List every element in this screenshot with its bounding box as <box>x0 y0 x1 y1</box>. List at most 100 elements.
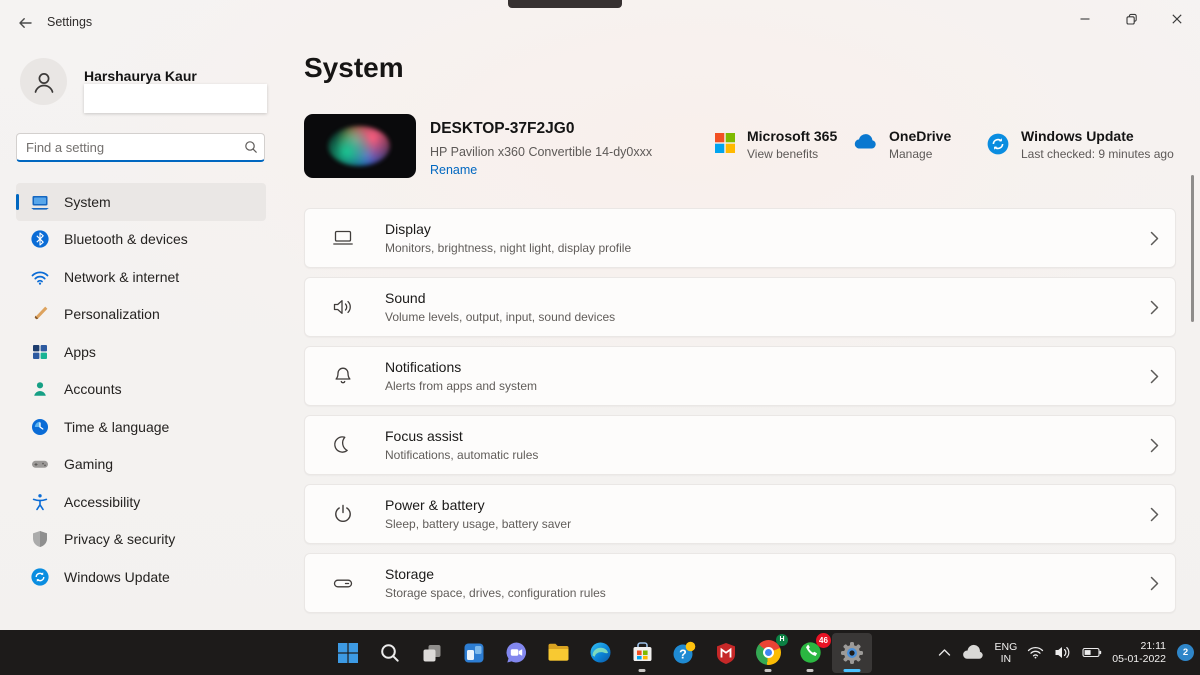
focus-assist-icon <box>331 433 355 457</box>
chevron-right-icon <box>1150 300 1159 315</box>
window-controls <box>1062 0 1200 38</box>
manage-link[interactable]: Manage <box>889 147 951 161</box>
card-title: Sound <box>385 290 426 306</box>
card-subtitle: Notifications, automatic rules <box>385 448 539 462</box>
tray-clock[interactable]: 21:11 05-01-2022 <box>1107 633 1171 673</box>
personalization-icon <box>30 304 50 324</box>
sidebar-item-label: Bluetooth & devices <box>64 231 188 248</box>
settings-card-power-battery[interactable]: Power & battery Sleep, battery usage, ba… <box>304 484 1176 544</box>
chevron-right-icon <box>1150 507 1159 522</box>
taskbar-search-button[interactable] <box>370 633 410 673</box>
settings-card-focus-assist[interactable]: Focus assist Notifications, automatic ru… <box>304 415 1176 475</box>
microsoft-365-icon <box>714 132 736 161</box>
sidebar-item-apps[interactable]: Apps <box>16 333 266 371</box>
card-title: Notifications <box>385 359 462 375</box>
svg-text:?: ? <box>679 647 687 661</box>
card-title: Focus assist <box>385 428 463 444</box>
chat-button[interactable] <box>496 633 536 673</box>
sidebar-item-label: Network & internet <box>64 268 180 285</box>
tray-chevron-up[interactable] <box>933 633 956 673</box>
sidebar-item-network-internet[interactable]: Network & internet <box>16 258 266 296</box>
sidebar-item-system[interactable]: System <box>16 183 266 221</box>
sidebar-nav: System Bluetooth & devices Network & int… <box>16 183 266 596</box>
sidebar-item-label: Time & language <box>64 418 170 435</box>
system-icon <box>30 192 50 212</box>
windows-update-status-icon <box>986 132 1010 161</box>
tray-wifi[interactable] <box>1022 633 1049 673</box>
sidebar-item-accessibility[interactable]: Accessibility <box>16 483 266 521</box>
help-app-button[interactable]: ? <box>664 633 704 673</box>
device-thumbnail <box>304 114 416 178</box>
user-icon <box>34 72 53 93</box>
settings-card-sound[interactable]: Sound Volume levels, output, input, soun… <box>304 277 1176 337</box>
restore-button[interactable] <box>1108 0 1154 38</box>
privacy-icon <box>30 529 50 549</box>
sidebar-item-label: Personalization <box>64 306 160 323</box>
whatsapp-button[interactable]: 46 <box>790 632 831 673</box>
back-button[interactable] <box>12 12 38 34</box>
mcafee-button[interactable] <box>706 633 746 673</box>
tray-onedrive[interactable] <box>956 633 990 673</box>
close-button[interactable] <box>1154 0 1200 38</box>
sidebar-item-bluetooth-devices[interactable]: Bluetooth & devices <box>16 221 266 259</box>
storage-icon <box>331 571 355 595</box>
search-input[interactable] <box>17 134 238 160</box>
sidebar-item-accounts[interactable]: Accounts <box>16 371 266 409</box>
wifi-icon <box>1028 646 1044 659</box>
sidebar-item-personalization[interactable]: Personalization <box>16 296 266 334</box>
chrome-button[interactable]: H <box>748 633 788 673</box>
system-tray: ENG IN 21:11 05-01-2022 2 <box>933 630 1194 675</box>
notification-count-badge[interactable]: 2 <box>1177 644 1194 661</box>
file-explorer-button[interactable] <box>538 633 578 673</box>
widgets-button[interactable] <box>454 633 494 673</box>
scrollbar-thumb[interactable] <box>1191 175 1194 322</box>
sidebar-item-gaming[interactable]: Gaming <box>16 446 266 484</box>
app-title: Settings <box>47 15 93 29</box>
display-icon <box>331 226 355 250</box>
settings-card-display[interactable]: Display Monitors, brightness, night ligh… <box>304 208 1176 268</box>
wallpaper-bloom <box>328 126 390 166</box>
speaker-icon <box>1055 647 1070 658</box>
rename-link[interactable]: Rename <box>430 163 477 177</box>
chevron-right-icon <box>1150 369 1159 384</box>
power-icon <box>331 502 355 526</box>
tray-date: 05-01-2022 <box>1112 652 1166 665</box>
time-language-icon <box>30 417 50 437</box>
settings-card-storage[interactable]: Storage Storage space, drives, configura… <box>304 553 1176 613</box>
tray-battery[interactable] <box>1077 633 1107 673</box>
language-region: IN <box>1000 652 1012 665</box>
card-subtitle: Alerts from apps and system <box>385 379 538 393</box>
quick-info-title: OneDrive <box>889 128 952 144</box>
gaming-icon <box>30 454 50 474</box>
settings-window: Settings Harshaurya Kaur Find a setting … <box>0 0 1200 675</box>
file-explorer-icon <box>548 643 568 661</box>
active-app-indicator <box>843 668 861 672</box>
tray-volume[interactable] <box>1049 633 1077 673</box>
chat-icon <box>506 642 526 663</box>
avatar[interactable] <box>20 58 67 105</box>
windows-update-icon <box>30 567 50 587</box>
settings-card-list: Display Monitors, brightness, night ligh… <box>304 208 1176 622</box>
chevron-up-icon <box>938 649 950 656</box>
restore-icon <box>1125 13 1137 25</box>
sound-icon <box>331 295 355 319</box>
task-view-button[interactable] <box>412 633 452 673</box>
tray-language[interactable]: ENG IN <box>990 633 1023 673</box>
sidebar-item-privacy-security[interactable]: Privacy & security <box>16 521 266 559</box>
sidebar-item-windows-update[interactable]: Windows Update <box>16 558 266 596</box>
start-button[interactable] <box>328 633 368 673</box>
sidebar-item-time-language[interactable]: Time & language <box>16 408 266 446</box>
sidebar-item-label: Apps <box>64 343 96 360</box>
edge-icon <box>590 642 610 663</box>
widgets-icon <box>464 643 484 662</box>
edge-button[interactable] <box>580 633 620 673</box>
chevron-right-icon <box>1150 576 1159 591</box>
language-code: ENG <box>994 640 1018 653</box>
minimize-button[interactable] <box>1062 0 1108 38</box>
settings-card-notifications[interactable]: Notifications Alerts from apps and syste… <box>304 346 1176 406</box>
sidebar-item-label: Windows Update <box>64 568 170 585</box>
view-benefits-link[interactable]: View benefits <box>747 147 837 161</box>
settings-app-button[interactable] <box>832 632 872 673</box>
cloud-icon <box>962 644 983 659</box>
microsoft-store-button[interactable] <box>622 633 662 673</box>
